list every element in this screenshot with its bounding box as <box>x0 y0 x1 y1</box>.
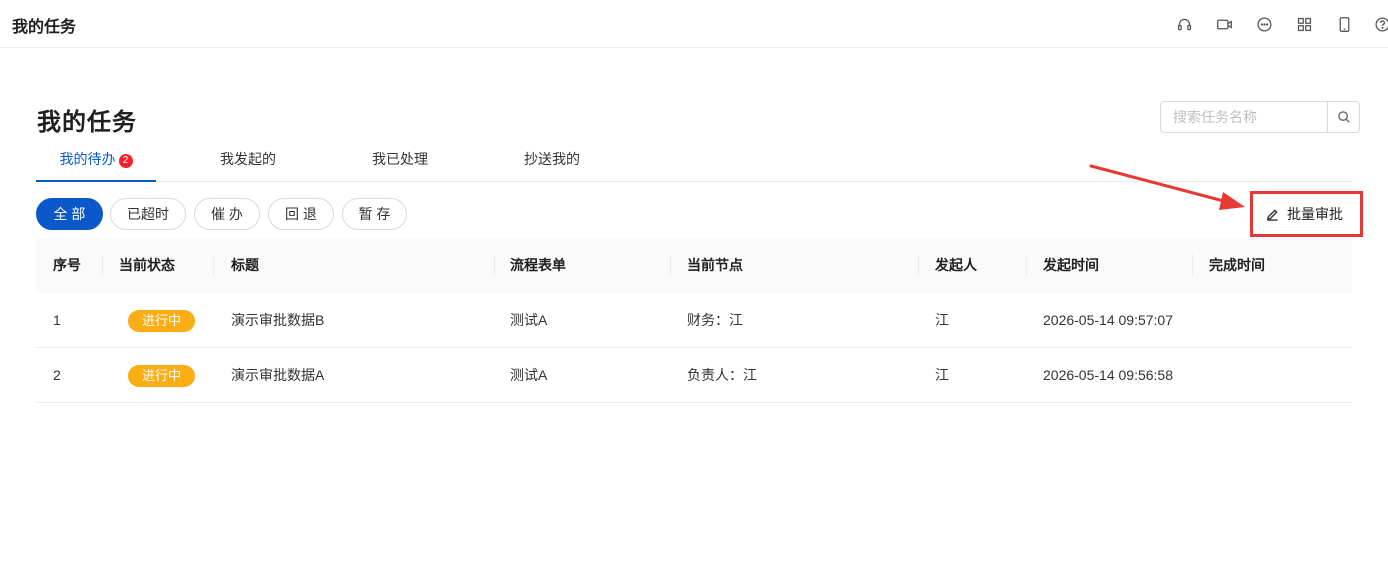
tab-cc-me[interactable]: 抄送我的 <box>492 140 612 182</box>
col-start-time: 发起时间 <box>1043 257 1099 273</box>
table-header: 序号 当前状态 标题 流程表单 当前节点 发起人 发起时间 完成时间 <box>36 238 1352 293</box>
cell-start-time: 2026-05-14 09:57:07 <box>1043 312 1173 328</box>
page-title: 我的任务 <box>37 109 137 136</box>
col-initiator: 发起人 <box>935 257 977 273</box>
table-row[interactable]: 1 进行中 演示审批数据B 测试A 财务：江 江 2026-05-14 09:5… <box>36 293 1352 348</box>
cell-status: 进行中 <box>128 348 196 403</box>
cell-index: 2 <box>53 367 61 383</box>
filter-overdue[interactable]: 已超时 <box>110 198 186 230</box>
col-end-time: 完成时间 <box>1209 257 1265 273</box>
todo-count-badge: 2 <box>118 154 133 168</box>
cell-start-time: 2026-05-14 09:56:58 <box>1043 367 1173 383</box>
apps-icon[interactable] <box>1294 14 1314 34</box>
search-input[interactable] <box>1161 102 1327 132</box>
col-index: 序号 <box>53 257 81 273</box>
col-node: 当前节点 <box>687 257 743 273</box>
status-badge: 进行中 <box>128 365 196 388</box>
search-button[interactable] <box>1327 102 1359 132</box>
chat-icon[interactable] <box>1254 14 1274 34</box>
annotation-arrow <box>1089 164 1245 210</box>
col-title: 标题 <box>231 257 259 273</box>
filter-all[interactable]: 全 部 <box>36 198 103 230</box>
cell-title[interactable]: 演示审批数据B <box>231 293 324 348</box>
cell-initiator: 江 <box>935 367 949 383</box>
edit-icon <box>1266 208 1278 221</box>
app-title: 我的任务 <box>12 19 77 36</box>
cell-node: 财务：江 <box>687 312 743 328</box>
batch-approve-label: 批量审批 <box>1287 206 1343 222</box>
headset-icon[interactable] <box>1174 14 1194 34</box>
mobile-icon[interactable] <box>1334 14 1354 34</box>
cell-initiator: 江 <box>935 312 949 328</box>
cell-status: 进行中 <box>128 293 196 348</box>
top-bar: 我的任务 <box>0 0 1388 48</box>
filter-draft[interactable]: 暂 存 <box>342 198 407 230</box>
cell-node: 负责人：江 <box>687 367 757 383</box>
tab-processed[interactable]: 我已处理 <box>340 140 460 182</box>
col-status: 当前状态 <box>119 257 175 273</box>
tab-my-todo[interactable]: 我的待办 2 <box>36 140 156 182</box>
table-row[interactable]: 2 进行中 演示审批数据A 测试A 负责人：江 江 2026-05-14 09:… <box>36 348 1352 403</box>
search-box <box>1160 101 1360 133</box>
tab-label: 我的待办 <box>59 151 116 167</box>
cell-index: 1 <box>53 312 61 328</box>
tab-initiated[interactable]: 我发起的 <box>188 140 308 182</box>
help-icon[interactable] <box>1372 14 1388 34</box>
cell-form: 测试A <box>510 312 548 328</box>
cell-form: 测试A <box>510 367 548 383</box>
search-icon <box>1337 111 1350 123</box>
status-badge: 进行中 <box>128 310 196 333</box>
task-table: 序号 当前状态 标题 流程表单 当前节点 发起人 发起时间 完成时间 1 进行中… <box>36 238 1352 403</box>
filter-return[interactable]: 回 退 <box>268 198 334 230</box>
batch-approve-button[interactable]: 批量审批 <box>1262 201 1343 227</box>
cell-title[interactable]: 演示审批数据A <box>231 348 324 403</box>
video-icon[interactable] <box>1214 14 1234 34</box>
col-form: 流程表单 <box>510 257 566 273</box>
filter-urge[interactable]: 催 办 <box>194 198 260 230</box>
